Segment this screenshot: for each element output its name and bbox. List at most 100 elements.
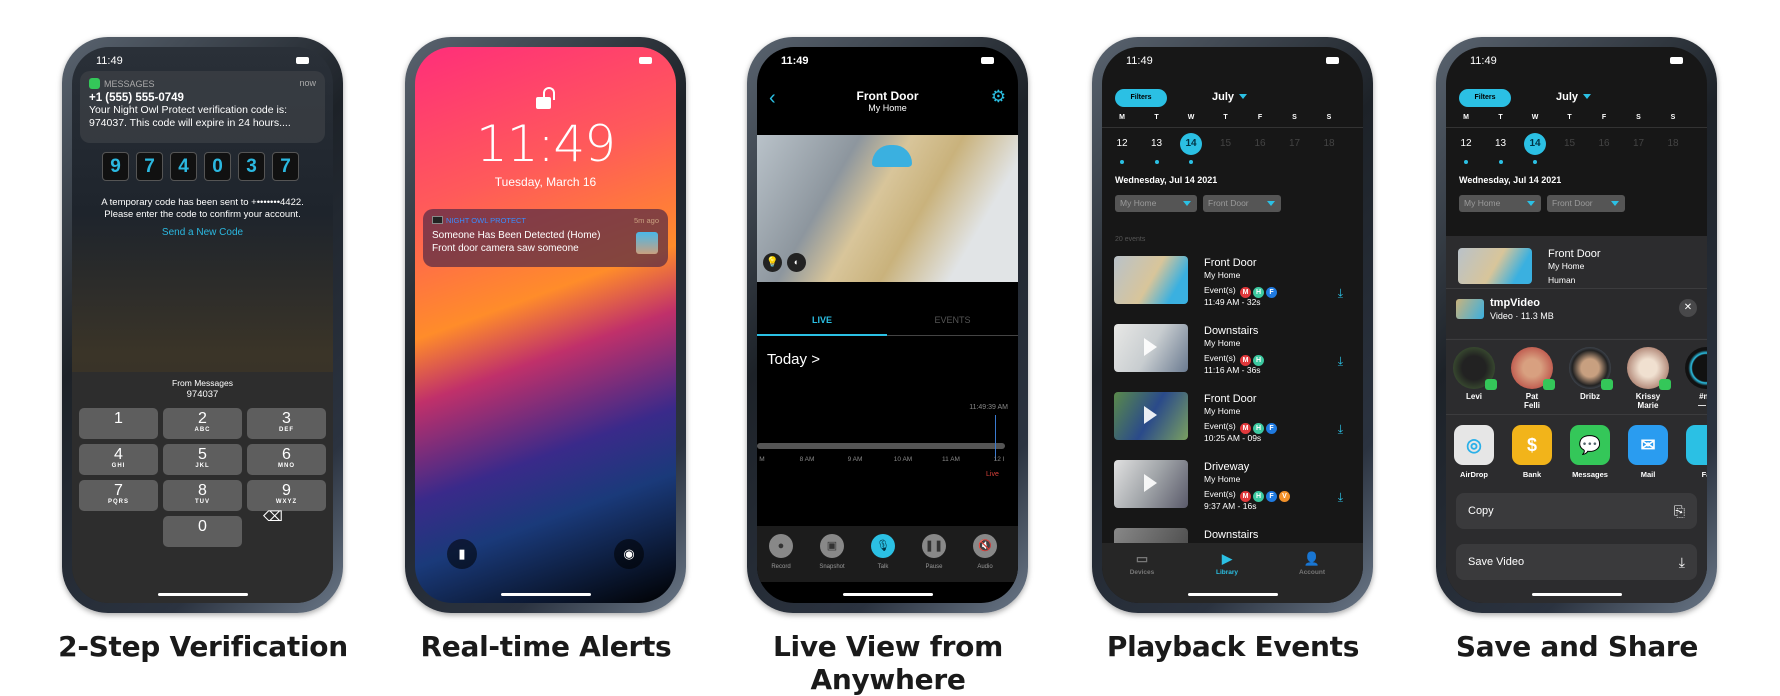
alert-notification[interactable]: NIGHT OWL PROTECT 5m ago Someone Has Been… — [423, 209, 668, 267]
calendar-date[interactable]: 14 — [1180, 133, 1202, 155]
tab-events[interactable]: EVENTS — [887, 315, 1018, 325]
code-digit-box[interactable]: 7 — [136, 152, 163, 181]
timeline-tick-label: 12 I — [993, 456, 1005, 463]
camera-dropdown[interactable]: Front Door — [1203, 195, 1281, 212]
calendar-date[interactable]: 15 — [1215, 133, 1237, 155]
app-airdrop[interactable]: ◎ AirDrop — [1446, 425, 1502, 479]
keypad-key-2[interactable]: 2 ABC — [163, 408, 242, 439]
code-digit-box[interactable]: 7 — [272, 152, 299, 181]
download-icon[interactable]: ⤓ — [1338, 490, 1343, 505]
calendar-date[interactable]: 17 — [1284, 133, 1306, 155]
event-row[interactable]: Driveway My Home Event(s) M H F V 9:37 AM - 16… — [1102, 460, 1363, 520]
event-thumbnail[interactable] — [1114, 460, 1188, 508]
filters-button[interactable]: Filters — [1459, 89, 1511, 107]
calendar-date[interactable]: 14 — [1524, 133, 1546, 155]
keypad-key-8[interactable]: 8 TUV — [163, 480, 242, 511]
code-digit-box[interactable]: 4 — [170, 152, 197, 181]
contact-ne[interactable]: #ne— C — [1678, 347, 1707, 410]
calendar-date[interactable]: 13 — [1490, 133, 1512, 155]
tab-library[interactable]: ▶ Library — [1192, 551, 1262, 576]
camera-title: Front Door — [856, 89, 919, 103]
app-fa[interactable]: Fa — [1678, 425, 1707, 479]
status-time: 11:49 — [1126, 55, 1153, 67]
keypad-key-0[interactable]: 0 — [163, 516, 242, 547]
event-thumbnail — [1458, 248, 1532, 284]
event-dot — [1154, 160, 1159, 164]
keypad-key-1[interactable]: 1 — [79, 408, 158, 439]
notification-app: MESSAGES — [104, 79, 155, 89]
calendar-date[interactable]: 16 — [1249, 133, 1271, 155]
keypad-key-4[interactable]: 4 GHI — [79, 444, 158, 475]
siren-icon[interactable]: ◐ — [787, 253, 806, 272]
save-video-action[interactable]: Save Video ⤓ — [1456, 544, 1697, 580]
send-new-code-link[interactable]: Send a New Code — [72, 227, 333, 238]
app-messages[interactable]: 💬 Messages — [1562, 425, 1618, 479]
tab-account[interactable]: 👤 Account — [1277, 551, 1347, 576]
contact-pat[interactable]: Pat Felli — [1504, 347, 1560, 410]
keypad-key-7[interactable]: 7 PQRS — [79, 480, 158, 511]
sms-notification[interactable]: MESSAGES now +1 (555) 555-0749 Your Night… — [80, 71, 325, 143]
lightbulb-icon[interactable]: 💡 — [763, 253, 782, 272]
audio-button[interactable]: 🔇 — [973, 534, 997, 558]
app-bank[interactable]: $ Bank — [1504, 425, 1560, 479]
event-row[interactable]: Front Door My Home Event(s) M H F 10:25 AM - … — [1102, 392, 1363, 452]
camera-icon[interactable]: ◉ — [614, 539, 644, 569]
month-selector[interactable]: July — [1556, 91, 1592, 103]
contact-krissy[interactable]: Krissy Marie — [1620, 347, 1676, 410]
snapshot-button[interactable]: ▣ — [820, 534, 844, 558]
battery-icon — [1670, 57, 1683, 64]
calendar-date[interactable]: 18 — [1662, 133, 1684, 155]
keypad-key-5[interactable]: 5 JKL — [163, 444, 242, 475]
calendar-date[interactable]: 15 — [1559, 133, 1581, 155]
close-icon[interactable]: ✕ — [1679, 299, 1697, 317]
talk-button[interactable]: 🎙 — [871, 534, 895, 558]
keypad-key-3[interactable]: 3 DEF — [247, 408, 326, 439]
event-row[interactable]: Front Door My Home Event(s) M H F 11:49 AM - … — [1102, 256, 1363, 316]
calendar-date[interactable]: 17 — [1628, 133, 1650, 155]
timeline-tick-label: M — [759, 456, 765, 463]
event-thumbnail[interactable] — [1114, 256, 1188, 304]
copy-action[interactable]: Copy ⎘ — [1456, 493, 1697, 529]
app-label: Messages — [1572, 470, 1608, 479]
timeline-playhead[interactable] — [995, 415, 996, 460]
event-thumbnail[interactable] — [1114, 392, 1188, 440]
calendar-date[interactable]: 16 — [1593, 133, 1615, 155]
flashlight-icon[interactable]: ▮ — [447, 539, 477, 569]
event-label: Event(s) — [1204, 285, 1239, 295]
calendar-date[interactable]: 12 — [1111, 133, 1133, 155]
keypad-key-9[interactable]: 9 WXYZ — [247, 480, 326, 511]
key-letters: DEF — [279, 427, 294, 433]
code-digit-box[interactable]: 9 — [102, 152, 129, 181]
record-button[interactable]: ● — [769, 534, 793, 558]
tab-devices[interactable]: ▭ Devices — [1107, 551, 1177, 576]
tab-live[interactable]: LIVE — [757, 315, 887, 325]
event-thumbnail[interactable] — [1114, 324, 1188, 372]
code-digit-box[interactable]: 0 — [204, 152, 231, 181]
today-link[interactable]: Today > — [767, 351, 820, 368]
calendar-date[interactable]: 12 — [1455, 133, 1477, 155]
camera-dropdown[interactable]: Front Door — [1547, 195, 1625, 212]
timeline-scrubber[interactable] — [757, 443, 1005, 449]
gear-icon[interactable]: ⚙ — [991, 87, 1006, 107]
location-dropdown[interactable]: My Home — [1115, 195, 1197, 212]
keypad-key-6[interactable]: 6 MNO — [247, 444, 326, 475]
app-mail[interactable]: ✉ Mail — [1620, 425, 1676, 479]
download-icon[interactable]: ⤓ — [1338, 286, 1343, 301]
location-dropdown[interactable]: My Home — [1459, 195, 1541, 212]
contact-dribz[interactable]: Dribz — [1562, 347, 1618, 401]
notification-app: NIGHT OWL PROTECT — [446, 216, 527, 225]
pause-button[interactable]: ❚❚ — [922, 534, 946, 558]
phone-alerts: 11:49 Tuesday, March 16 NIGHT OWL PROTEC… — [405, 37, 686, 613]
contact-levi[interactable]: Levi — [1446, 347, 1502, 401]
live-video-feed[interactable]: 💡 ◐ — [757, 135, 1018, 282]
autofill-suggestion[interactable]: From Messages 974037 — [72, 372, 333, 400]
calendar-date[interactable]: 13 — [1146, 133, 1168, 155]
download-icon[interactable]: ⤓ — [1338, 354, 1343, 369]
calendar-date[interactable]: 18 — [1318, 133, 1340, 155]
backspace-icon[interactable]: ⌫ — [263, 508, 283, 525]
download-icon[interactable]: ⤓ — [1338, 422, 1343, 437]
month-selector[interactable]: July — [1212, 91, 1248, 103]
code-digit-box[interactable]: 3 — [238, 152, 265, 181]
filters-button[interactable]: Filters — [1115, 89, 1167, 107]
event-row[interactable]: Downstairs My Home Event(s) M H 11:16 AM - 3… — [1102, 324, 1363, 384]
